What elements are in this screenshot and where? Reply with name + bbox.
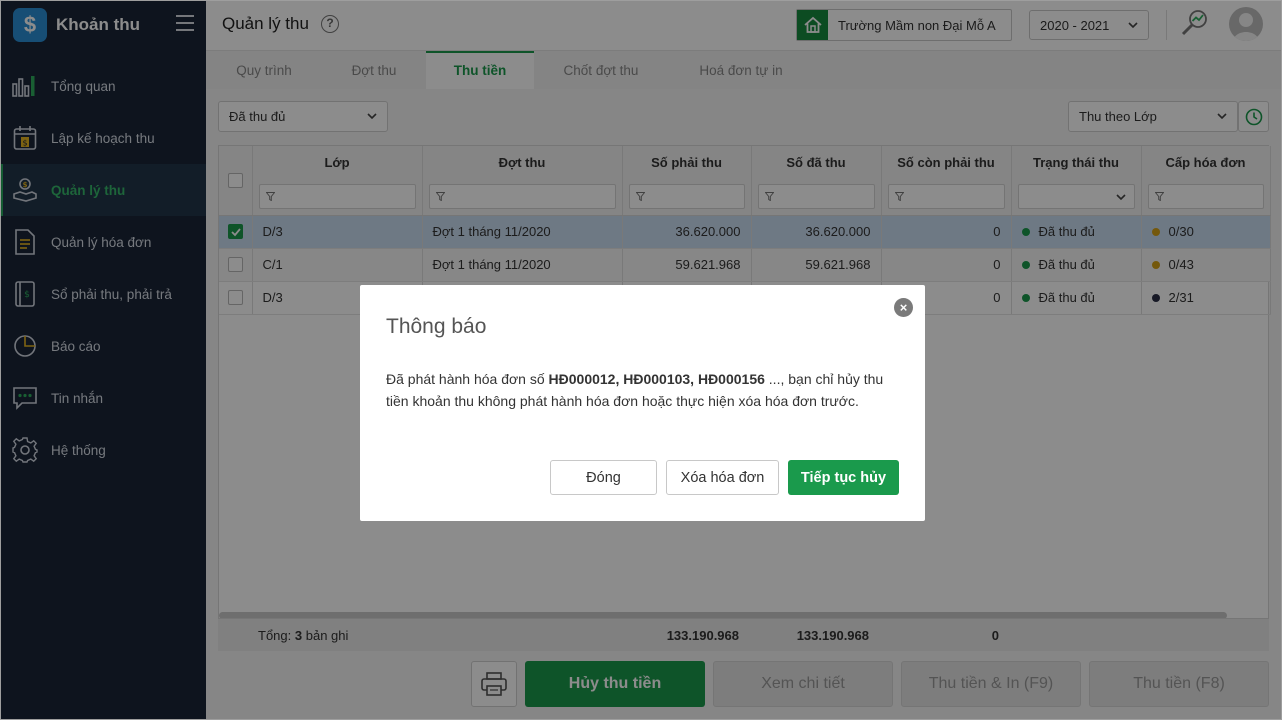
message-invoice-numbers: HĐ000012, HĐ000103, HĐ000156	[548, 371, 765, 387]
continue-cancel-button[interactable]: Tiếp tục hủy	[788, 460, 899, 495]
delete-invoice-button[interactable]: Xóa hóa đơn	[666, 460, 779, 495]
dialog-title: Thông báo	[386, 315, 487, 338]
modal-backdrop-sidebar	[0, 0, 206, 720]
close-icon[interactable]: ×	[894, 298, 913, 317]
notification-dialog: Thông báo × Đã phát hành hóa đơn số HĐ00…	[360, 285, 925, 521]
dialog-message: Đã phát hành hóa đơn số HĐ000012, HĐ0001…	[386, 368, 901, 412]
close-dialog-button[interactable]: Đóng	[550, 460, 657, 495]
message-prefix: Đã phát hành hóa đơn số	[386, 371, 549, 387]
